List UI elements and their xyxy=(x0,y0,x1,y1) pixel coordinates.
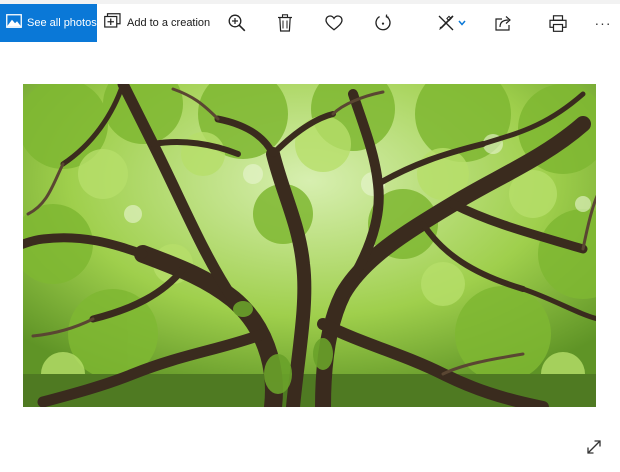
edit-and-create-button[interactable] xyxy=(432,4,470,42)
favorite-heart-icon xyxy=(325,15,343,31)
rotate-button[interactable] xyxy=(368,4,398,42)
edit-draw-icon xyxy=(437,14,455,32)
zoom-in-button[interactable] xyxy=(222,4,252,42)
add-to-creation-label: Add to a creation xyxy=(127,17,211,29)
rotate-icon xyxy=(374,14,392,32)
photos-icon xyxy=(6,13,22,33)
photo-viewer-image xyxy=(23,84,596,407)
full-screen-button[interactable] xyxy=(583,438,605,460)
delete-icon xyxy=(277,14,293,32)
delete-button[interactable] xyxy=(270,4,300,42)
print-button[interactable] xyxy=(543,4,573,42)
share-button[interactable] xyxy=(489,4,519,42)
add-to-creation-button[interactable]: Add to a creation xyxy=(104,4,210,42)
favorite-button[interactable] xyxy=(319,4,349,42)
more-icon: ··· xyxy=(594,15,612,31)
add-to-creation-icon xyxy=(104,13,121,33)
share-icon xyxy=(495,15,513,31)
zoom-in-icon xyxy=(228,14,246,32)
expand-icon xyxy=(586,439,602,460)
see-all-photos-label: See all photos xyxy=(27,17,97,29)
toolbar: See all photos Add to a creation ··· xyxy=(0,0,620,42)
more-options-button[interactable]: ··· xyxy=(588,4,618,42)
chevron-down-icon xyxy=(457,20,466,26)
print-icon xyxy=(549,14,567,32)
see-all-photos-button[interactable]: See all photos xyxy=(0,4,97,42)
